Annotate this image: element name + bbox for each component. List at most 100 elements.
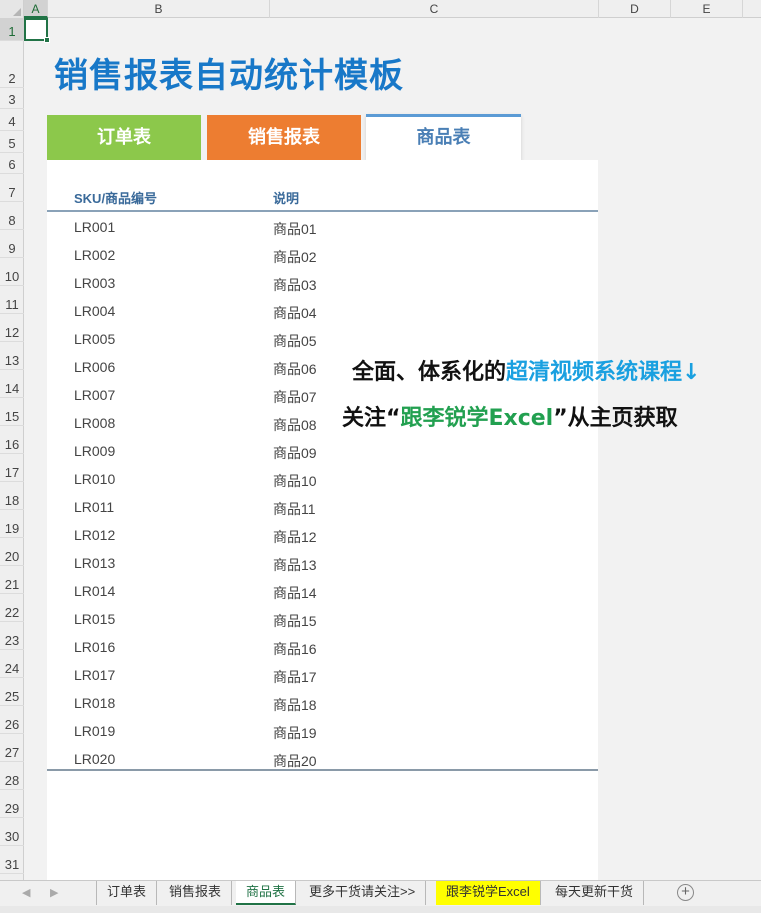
row-header-9[interactable]: 9: [0, 230, 24, 258]
cell-description[interactable]: 商品15: [273, 611, 317, 631]
excel-window: A B C D E 1 2 3 4 5 6 7 8 9 10 11 12 13 14 15 16 17 18 19 2…: [0, 0, 761, 913]
nav-tab-products[interactable]: 商品表: [366, 114, 521, 160]
select-all-corner[interactable]: [0, 0, 24, 18]
row-header-15[interactable]: 15: [0, 398, 24, 426]
cell-sku[interactable]: LR001: [74, 219, 115, 235]
cell-sku[interactable]: LR011: [74, 499, 114, 515]
row-header-24[interactable]: 24: [0, 650, 24, 678]
row-header-25[interactable]: 25: [0, 678, 24, 706]
cell-description[interactable]: 商品11: [273, 499, 316, 519]
cell-description[interactable]: 商品05: [273, 331, 317, 351]
row-header-17[interactable]: 17: [0, 454, 24, 482]
nav-tab-orders[interactable]: 订单表: [47, 115, 201, 160]
cell-sku[interactable]: LR003: [74, 275, 115, 291]
cell-sku[interactable]: LR008: [74, 415, 115, 431]
cell-sku[interactable]: LR009: [74, 443, 115, 459]
cell-description[interactable]: 商品01: [273, 219, 317, 239]
cell-description[interactable]: 商品16: [273, 639, 317, 659]
cell-description[interactable]: 商品12: [273, 527, 317, 547]
column-header-e[interactable]: E: [671, 0, 743, 18]
products-table-panel: SKU/商品编号 说明 LR001 商品01 LR002 商品02 LR003 商品03 L…: [47, 160, 598, 880]
row-header-20[interactable]: 20: [0, 538, 24, 566]
row-header-8[interactable]: 8: [0, 202, 24, 230]
cell-description[interactable]: 商品09: [273, 443, 317, 463]
scroll-left-icon[interactable]: ◀: [22, 886, 30, 899]
promo-line-1-highlight: 超清视频系统课程↓: [506, 360, 701, 385]
row-header-22[interactable]: 22: [0, 594, 24, 622]
row-header-26[interactable]: 26: [0, 706, 24, 734]
row-header-18[interactable]: 18: [0, 482, 24, 510]
row-header-14[interactable]: 14: [0, 370, 24, 398]
sheet-tab-more[interactable]: 更多干货请关注>>: [299, 881, 427, 905]
cell-sku[interactable]: LR017: [74, 667, 115, 683]
row-header-31[interactable]: 31: [0, 846, 24, 874]
row-header-30[interactable]: 30: [0, 818, 24, 846]
row-header-5[interactable]: 5: [0, 131, 24, 153]
cell-sku[interactable]: LR004: [74, 303, 115, 319]
row-header-23[interactable]: 23: [0, 622, 24, 650]
cell-sku[interactable]: LR020: [74, 751, 115, 767]
row-header-6[interactable]: 6: [0, 153, 24, 174]
fill-handle[interactable]: [44, 37, 50, 43]
cell-sku[interactable]: LR012: [74, 527, 115, 543]
header-divider: [47, 210, 598, 212]
row-header-4[interactable]: 4: [0, 109, 24, 131]
cell-description[interactable]: 商品06: [273, 359, 317, 379]
cell-description[interactable]: 商品07: [273, 387, 317, 407]
row-header-1[interactable]: 1: [0, 18, 24, 41]
cell-description[interactable]: 商品04: [273, 303, 317, 323]
row-header-12[interactable]: 12: [0, 314, 24, 342]
cell-description[interactable]: 商品14: [273, 583, 317, 603]
sheet-tab-sales[interactable]: 销售报表: [159, 881, 233, 905]
cell-description[interactable]: 商品02: [273, 247, 317, 267]
table-row: LR018 商品18: [47, 690, 598, 718]
cell-sku[interactable]: LR002: [74, 247, 115, 263]
cell-sku[interactable]: LR019: [74, 723, 115, 739]
sheet-tab-orders[interactable]: 订单表: [96, 881, 158, 905]
cell-sku[interactable]: LR016: [74, 639, 115, 655]
sheet-tab-li-rui-excel[interactable]: 跟李锐学Excel: [436, 881, 541, 905]
table-row: LR002 商品02: [47, 242, 598, 270]
cell-sku[interactable]: LR015: [74, 611, 115, 627]
sheet-tab-products[interactable]: 商品表: [236, 881, 297, 905]
cell-description[interactable]: 商品10: [273, 471, 317, 491]
column-header-c[interactable]: C: [270, 0, 599, 18]
cell-sku[interactable]: LR018: [74, 695, 115, 711]
table-row: LR003 商品03: [47, 270, 598, 298]
cell-description[interactable]: 商品13: [273, 555, 317, 575]
cell-sku[interactable]: LR007: [74, 387, 115, 403]
row-header-29[interactable]: 29: [0, 790, 24, 818]
row-header-16[interactable]: 16: [0, 426, 24, 454]
row-header-28[interactable]: 28: [0, 762, 24, 790]
worksheet-grid[interactable]: 销售报表自动统计模板 订单表 销售报表 商品表 SKU/商品编号 说明 LR00…: [24, 18, 761, 880]
row-header-11[interactable]: 11: [0, 286, 24, 314]
cell-sku[interactable]: LR010: [74, 471, 115, 487]
row-header-13[interactable]: 13: [0, 342, 24, 370]
cell-sku[interactable]: LR006: [74, 359, 115, 375]
row-header-7[interactable]: 7: [0, 174, 24, 202]
active-cell-a1[interactable]: [24, 18, 50, 43]
column-header-d[interactable]: D: [599, 0, 671, 18]
cell-description[interactable]: 商品17: [273, 667, 317, 687]
row-header-10[interactable]: 10: [0, 258, 24, 286]
scroll-right-icon[interactable]: ▶: [50, 886, 58, 899]
row-header-27[interactable]: 27: [0, 734, 24, 762]
row-header-3[interactable]: 3: [0, 88, 24, 109]
column-header-a[interactable]: A: [24, 0, 48, 18]
cell-description[interactable]: 商品20: [273, 751, 317, 771]
cell-description[interactable]: 商品18: [273, 695, 317, 715]
cell-sku[interactable]: LR013: [74, 555, 115, 571]
sheet-tab-daily[interactable]: 每天更新干货: [545, 881, 645, 905]
nav-tab-sales[interactable]: 销售报表: [207, 115, 361, 160]
row-header-2[interactable]: 2: [0, 41, 24, 88]
cell-sku[interactable]: LR005: [74, 331, 115, 347]
column-header-b[interactable]: B: [48, 0, 270, 18]
add-sheet-icon[interactable]: +: [677, 884, 694, 901]
cell-description[interactable]: 商品19: [273, 723, 317, 743]
cell-sku[interactable]: LR014: [74, 583, 115, 599]
row-header-21[interactable]: 21: [0, 566, 24, 594]
row-header-19[interactable]: 19: [0, 510, 24, 538]
cell-description[interactable]: 商品03: [273, 275, 317, 295]
promo-line-2-highlight: 跟李锐学Excel: [400, 406, 554, 431]
cell-description[interactable]: 商品08: [273, 415, 317, 435]
